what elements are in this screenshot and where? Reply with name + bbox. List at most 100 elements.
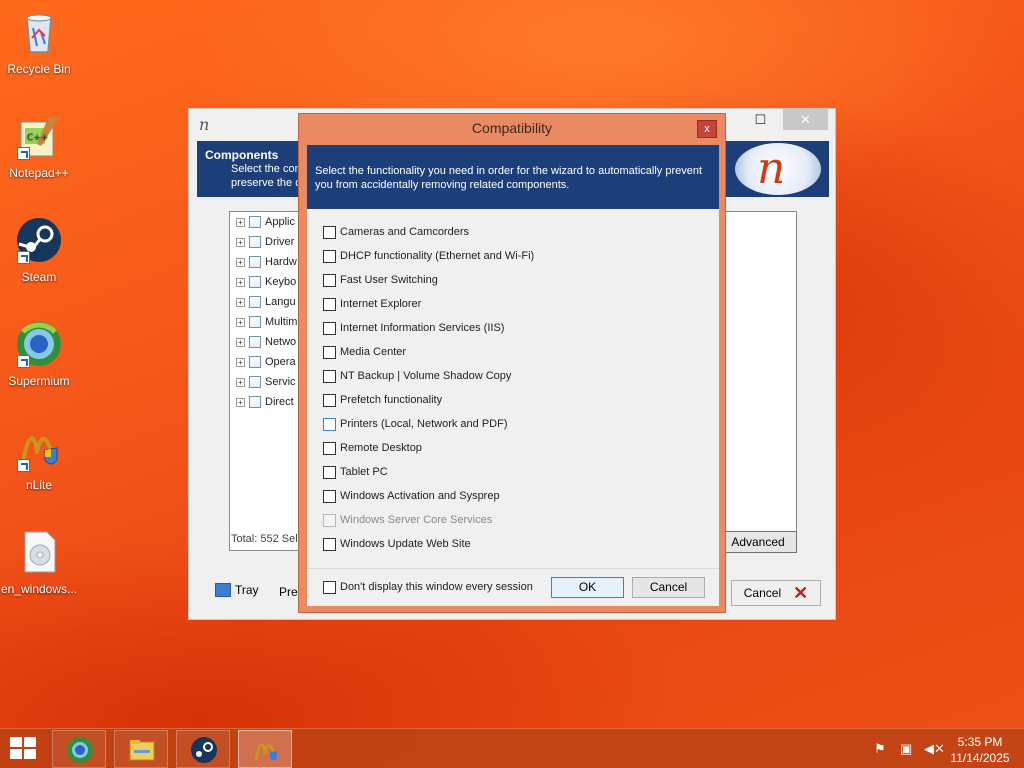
ok-button[interactable]: OK: [551, 577, 624, 598]
checkbox[interactable]: [323, 273, 336, 287]
tree-item[interactable]: + Driver: [236, 232, 294, 252]
tray-icon: [215, 583, 231, 597]
tree-checkbox[interactable]: [249, 396, 261, 408]
expand-icon[interactable]: +: [236, 357, 245, 367]
option-tablet-pc[interactable]: Tablet PC: [323, 463, 388, 481]
checkbox[interactable]: [323, 441, 336, 455]
main-cancel-button[interactable]: Cancel ✕: [731, 580, 821, 606]
maximize-button[interactable]: ☐: [738, 109, 783, 130]
desktop-icon-iso-file[interactable]: en_windows...: [0, 524, 78, 614]
clock-time: 5:35 PM: [957, 735, 1003, 749]
tree-item-label: Langu: [265, 296, 296, 308]
checkbox[interactable]: [323, 249, 336, 263]
option-fast-user-switching[interactable]: Fast User Switching: [323, 271, 438, 289]
tree-item[interactable]: + Servic: [236, 372, 296, 392]
disc-image-icon: [15, 528, 63, 576]
tree-item[interactable]: + Langu: [236, 292, 296, 312]
taskbar-nlite[interactable]: [238, 730, 292, 768]
option-prefetch[interactable]: Prefetch functionality: [323, 391, 442, 409]
advanced-button[interactable]: Advanced: [719, 531, 797, 553]
clock[interactable]: 5:35 PM 11/14/2025: [945, 734, 1015, 766]
tray-button[interactable]: Tray: [215, 583, 259, 597]
option-label: DHCP functionality (Ethernet and Wi-Fi): [340, 250, 535, 262]
supermium-icon: [67, 737, 93, 763]
desktop-icon-steam[interactable]: Steam: [0, 212, 78, 302]
desktop-icon-label: Recycle Bin: [7, 62, 71, 76]
expand-icon[interactable]: +: [236, 237, 245, 247]
tree-checkbox[interactable]: [249, 376, 261, 388]
option-remote-desktop[interactable]: Remote Desktop: [323, 439, 422, 457]
close-button[interactable]: ✕: [783, 109, 828, 130]
tree-item[interactable]: + Direct: [236, 392, 294, 412]
checkbox[interactable]: [323, 369, 336, 383]
expand-icon[interactable]: +: [236, 217, 245, 227]
desktop-icon-recycle-bin[interactable]: Recycle Bin: [0, 4, 78, 94]
option-windows-update[interactable]: Windows Update Web Site: [323, 535, 471, 553]
option-nt-backup[interactable]: NT Backup | Volume Shadow Copy: [323, 367, 511, 385]
total-selected-text: Total: 552 Sel: [231, 533, 298, 545]
taskbar-steam[interactable]: [176, 730, 230, 768]
desktop-icon-label: Steam: [21, 270, 57, 284]
option-dhcp[interactable]: DHCP functionality (Ethernet and Wi-Fi): [323, 247, 534, 265]
supermium-icon: [15, 320, 63, 368]
tree-checkbox[interactable]: [249, 296, 261, 308]
option-iis[interactable]: Internet Information Services (IIS): [323, 319, 504, 337]
desktop-icon-notepad-plus-plus[interactable]: C++ Notepad++: [0, 108, 78, 198]
tree-item[interactable]: + Applic: [236, 212, 295, 232]
checkbox[interactable]: [323, 345, 336, 359]
tree-checkbox[interactable]: [249, 216, 261, 228]
tree-item-label: Opera: [265, 356, 296, 368]
checkbox[interactable]: [323, 297, 336, 311]
tree-item[interactable]: + Multim: [236, 312, 297, 332]
tree-checkbox[interactable]: [249, 336, 261, 348]
nlite-small-logo-icon: n: [199, 115, 210, 134]
tree-item-label: Direct: [265, 396, 294, 408]
desktop-icon-nlite[interactable]: nLite: [0, 420, 78, 510]
checkbox[interactable]: [323, 489, 336, 503]
checkbox[interactable]: [323, 393, 336, 407]
tree-item[interactable]: + Netwo: [236, 332, 296, 352]
option-printers[interactable]: Printers (Local, Network and PDF): [323, 415, 508, 433]
option-internet-explorer[interactable]: Internet Explorer: [323, 295, 421, 313]
start-button[interactable]: [10, 737, 38, 761]
notepad-plus-plus-icon: C++: [15, 112, 63, 160]
tree-checkbox[interactable]: [249, 356, 261, 368]
checkbox[interactable]: [323, 225, 336, 239]
option-windows-activation[interactable]: Windows Activation and Sysprep: [323, 487, 500, 505]
action-center-flag-icon[interactable]: ⚑: [874, 741, 886, 757]
tree-checkbox[interactable]: [249, 256, 261, 268]
option-label: Windows Activation and Sysprep: [340, 490, 500, 502]
taskbar-file-explorer[interactable]: [114, 730, 168, 768]
expand-icon[interactable]: +: [236, 257, 245, 267]
desktop-icon-supermium[interactable]: Supermium: [0, 316, 78, 406]
expand-icon[interactable]: +: [236, 297, 245, 307]
checkbox[interactable]: [323, 417, 336, 431]
checkbox[interactable]: [323, 321, 336, 335]
dont-display-option[interactable]: Don't display this window every session: [323, 578, 533, 596]
tree-item[interactable]: + Keybo: [236, 272, 296, 292]
volume-muted-icon[interactable]: ◀✕: [924, 741, 945, 757]
expand-icon[interactable]: +: [236, 317, 245, 327]
tree-item[interactable]: + Hardw: [236, 252, 297, 272]
option-cameras[interactable]: Cameras and Camcorders: [323, 223, 469, 241]
checkbox[interactable]: [323, 580, 336, 594]
option-label: Remote Desktop: [340, 442, 422, 454]
option-label: Printers (Local, Network and PDF): [340, 418, 508, 430]
expand-icon[interactable]: +: [236, 277, 245, 287]
expand-icon[interactable]: +: [236, 377, 245, 387]
dialog-close-button[interactable]: x: [697, 120, 717, 138]
tree-checkbox[interactable]: [249, 316, 261, 328]
tree-checkbox[interactable]: [249, 276, 261, 288]
steam-icon: [191, 737, 217, 763]
tree-checkbox[interactable]: [249, 236, 261, 248]
tree-item[interactable]: + Opera: [236, 352, 296, 372]
expand-icon[interactable]: +: [236, 397, 245, 407]
option-media-center[interactable]: Media Center: [323, 343, 406, 361]
network-icon[interactable]: ▣: [900, 741, 912, 757]
tree-item-label: Multim: [265, 316, 298, 328]
expand-icon[interactable]: +: [236, 337, 245, 347]
cancel-button[interactable]: Cancel: [632, 577, 705, 598]
checkbox[interactable]: [323, 537, 336, 551]
checkbox[interactable]: [323, 465, 336, 479]
taskbar-supermium[interactable]: [52, 730, 106, 768]
